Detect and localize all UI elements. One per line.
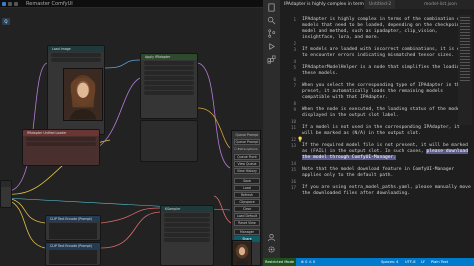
code-line: will be marked as (N/A) in the output sl…	[302, 131, 421, 136]
minimap[interactable]	[458, 15, 472, 125]
back-icon[interactable]	[8, 2, 12, 6]
breadcrumb-file: model-list.json	[424, 2, 457, 7]
view-queue-button[interactable]: View Queue	[234, 161, 260, 167]
explorer-icon[interactable]	[267, 3, 276, 12]
restricted-mode-status[interactable]: Restricted Mode	[263, 258, 297, 266]
node-preview-group[interactable]	[140, 120, 198, 162]
code-line: the downloaded files after downloading.	[302, 191, 410, 196]
browser-app-icon	[2, 2, 6, 6]
view-history-button[interactable]: View History	[234, 168, 260, 174]
language-status[interactable]: Plain Text	[431, 258, 448, 266]
editor-tab-bar: IPAdapter is highly complex in terms of …	[280, 0, 474, 9]
line-number: 11	[290, 125, 296, 130]
line-number: 17	[290, 185, 296, 190]
settings-gear-icon[interactable]	[267, 245, 276, 254]
search-icon[interactable]	[267, 16, 276, 25]
breadcrumb	[280, 9, 474, 14]
refresh-button[interactable]: Refresh	[234, 192, 260, 198]
input-portrait-image	[63, 68, 103, 121]
queue-front-button[interactable]: Queue Front	[234, 154, 260, 160]
forward-icon[interactable]	[14, 2, 18, 6]
manager-button[interactable]: Manager	[234, 229, 260, 235]
browser-title: Remaster ComfyUI	[26, 1, 73, 7]
code-line: displayed in the output slot label.	[302, 113, 399, 118]
tab-untitled-2[interactable]: Untitled-2	[365, 0, 396, 9]
run-debug-icon[interactable]	[267, 42, 276, 51]
code-line: applies only to the default path.	[302, 173, 394, 178]
line-number: 1	[293, 17, 296, 22]
status-bar: Restricted Mode ⊗ 0 ⚠ 0 Spaces: 4 UTF-8 …	[263, 258, 474, 266]
node-ksampler[interactable]: KSampler	[160, 205, 214, 266]
code-line: insightface, lora, and more.	[302, 35, 380, 40]
account-icon[interactable]	[267, 233, 276, 242]
code-line: the model through ComfyUI-Manager.	[302, 155, 397, 161]
line-number: 5	[293, 65, 296, 70]
vscode-window: IPAdapter is highly complex in terms of …	[263, 0, 474, 266]
code-line: compatible with that IPAdapter.	[302, 95, 388, 100]
node-clip-text-encode-negative[interactable]: CLIP Text Encode (Prompt)	[45, 242, 101, 266]
load-default-button[interactable]: Load Default	[234, 213, 260, 219]
queue-side-button[interactable]: Q	[2, 18, 10, 25]
extra-options-checkbox[interactable]: ☐ Extra options	[234, 147, 260, 151]
code-line: to encounter errors indicating mismatche…	[302, 53, 455, 58]
text-editor[interactable]: 1 IPAdapter is highly complex in terms of…	[280, 15, 474, 258]
selection-highlight: the model through ComfyUI-Manager.	[302, 155, 397, 160]
eol-status[interactable]: LF	[421, 258, 425, 266]
activity-bar	[263, 0, 280, 258]
clear-button[interactable]: Clear	[234, 206, 260, 212]
encoding-status[interactable]: UTF-8	[405, 258, 415, 266]
line-number: 3	[293, 47, 296, 52]
source-control-icon[interactable]	[267, 29, 276, 38]
browser-title-bar: Remaster ComfyUI	[0, 0, 263, 8]
comfyui-window: Remaster ComfyUI Q Load Image Apply IPAd…	[0, 0, 263, 266]
clipspace-button[interactable]: Clipspace	[234, 199, 260, 205]
code-line: these models.	[302, 71, 338, 76]
problems-status[interactable]: ⊗ 0 ⚠ 0	[301, 258, 315, 266]
selection-highlight: please download	[426, 149, 468, 154]
reset-view-button[interactable]: Reset View	[234, 220, 260, 226]
node-ipadapter-unified-loader[interactable]: IPAdapter Unified Loader	[22, 129, 100, 166]
node-graph-canvas[interactable]: Q Load Image Apply IPAdapter IPAdapter U…	[0, 8, 263, 266]
save-button[interactable]: Save	[234, 178, 260, 184]
indent-status[interactable]: Spaces: 4	[381, 258, 398, 266]
node-checkpoint-loader[interactable]	[0, 180, 12, 208]
tab-ipadapter-text[interactable]: IPAdapter is highly complex in terms of	[280, 0, 364, 9]
node-apply-ipadapter[interactable]: Apply IPAdapter	[140, 53, 198, 119]
line-number: 13	[290, 143, 296, 148]
node-clip-text-encode-positive[interactable]: CLIP Text Encode (Prompt)	[45, 215, 101, 241]
load-button[interactable]: Load	[234, 185, 260, 191]
line-number: 7	[293, 83, 296, 88]
negative-prompt-textarea[interactable]	[49, 250, 97, 264]
line-number: 15	[290, 167, 296, 172]
line-number: 9	[293, 107, 296, 112]
queue-prompt-button[interactable]: Queue Prompt	[234, 139, 260, 145]
extensions-icon[interactable]	[267, 55, 276, 64]
output-portrait-thumbnail	[232, 240, 252, 266]
queue-size-label: Queue Prompt	[235, 133, 259, 137]
positive-prompt-textarea[interactable]	[49, 223, 97, 239]
